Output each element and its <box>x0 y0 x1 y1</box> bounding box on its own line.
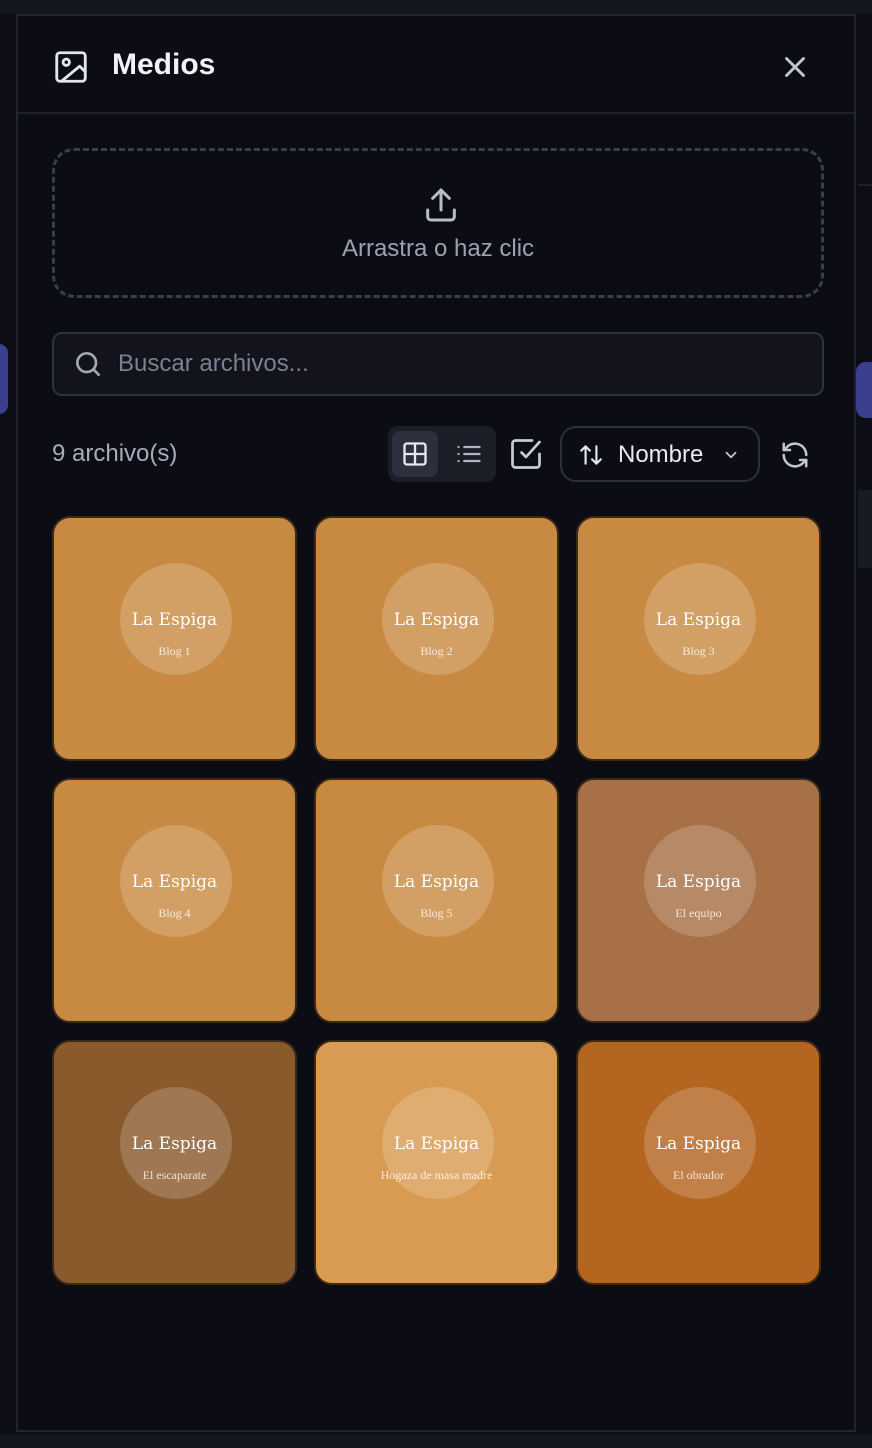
thumbnail-brand: La Espiga <box>655 872 742 892</box>
backdrop-button-right <box>856 362 872 418</box>
media-tile[interactable]: La Espiga El equipo <box>576 778 821 1023</box>
checkbox-icon <box>511 439 541 469</box>
search-input[interactable] <box>118 334 808 394</box>
panel-header: Medios <box>18 16 854 114</box>
thumbnail-brand: La Espiga <box>655 1134 742 1154</box>
sort-select[interactable]: Nombre <box>560 426 760 482</box>
view-toggle <box>388 426 496 482</box>
thumbnail-caption: Blog 3 <box>682 644 715 658</box>
thumbnail-caption: El obrador <box>673 1168 724 1182</box>
media-tile[interactable]: La Espiga Blog 2 <box>314 516 559 761</box>
backdrop-button-left <box>0 344 8 414</box>
media-tile[interactable]: La Espiga El escaparate <box>52 1040 297 1285</box>
panel-title: Medios <box>112 48 216 81</box>
grid-icon <box>403 442 427 466</box>
thumbnail-brand: La Espiga <box>131 1134 218 1154</box>
thumbnail-caption: El escaparate <box>142 1168 207 1182</box>
media-tile[interactable]: La Espiga Blog 5 <box>314 778 559 1023</box>
media-tile[interactable]: La Espiga El obrador <box>576 1040 821 1285</box>
list-view-button[interactable] <box>446 431 492 477</box>
backdrop-divider <box>858 184 872 186</box>
chevron-down-icon <box>722 446 740 464</box>
dropzone-label: Arrastra o haz clic <box>341 235 535 262</box>
refresh-icon[interactable] <box>780 440 810 470</box>
thumbnail-brand: La Espiga <box>131 872 218 892</box>
thumbnail-brand: La Espiga <box>131 610 218 630</box>
thumbnail-brand: La Espiga <box>655 610 742 630</box>
media-tile[interactable]: La Espiga Blog 3 <box>576 516 821 761</box>
thumbnail-caption: Hogaza de masa madre <box>380 1168 493 1182</box>
upload-icon <box>421 185 461 225</box>
close-icon[interactable] <box>778 50 812 84</box>
media-tile[interactable]: La Espiga Blog 4 <box>52 778 297 1023</box>
sort-icon <box>578 442 604 468</box>
thumbnail-caption: El equipo <box>675 906 722 920</box>
list-icon <box>457 445 481 463</box>
select-mode-button[interactable] <box>508 436 544 472</box>
thumbnail-caption: Blog 4 <box>158 906 191 920</box>
image-icon <box>52 48 90 86</box>
thumbnail-caption: Blog 1 <box>158 644 191 658</box>
upload-dropzone[interactable]: Arrastra o haz clic <box>52 148 824 298</box>
search-box <box>52 332 824 396</box>
backdrop-row <box>858 490 872 568</box>
backdrop-top-bar <box>0 0 872 14</box>
thumbnail-brand: La Espiga <box>393 1134 480 1154</box>
backdrop-bottom-bar <box>0 1434 872 1448</box>
media-panel: Medios Arrastra o haz clic 9 archivo(s) <box>16 14 856 1432</box>
sort-label: Nombre <box>618 441 704 468</box>
grid-view-button[interactable] <box>392 431 438 477</box>
thumbnail-caption: Blog 2 <box>420 644 453 658</box>
thumbnail-brand: La Espiga <box>393 872 480 892</box>
thumbnail-brand: La Espiga <box>393 610 480 630</box>
media-tile[interactable]: La Espiga Hogaza de masa madre <box>314 1040 559 1285</box>
file-count: 9 archivo(s) <box>52 440 178 467</box>
media-tile[interactable]: La Espiga Blog 1 <box>52 516 297 761</box>
thumbnail-caption: Blog 5 <box>420 906 453 920</box>
search-icon <box>72 348 104 380</box>
